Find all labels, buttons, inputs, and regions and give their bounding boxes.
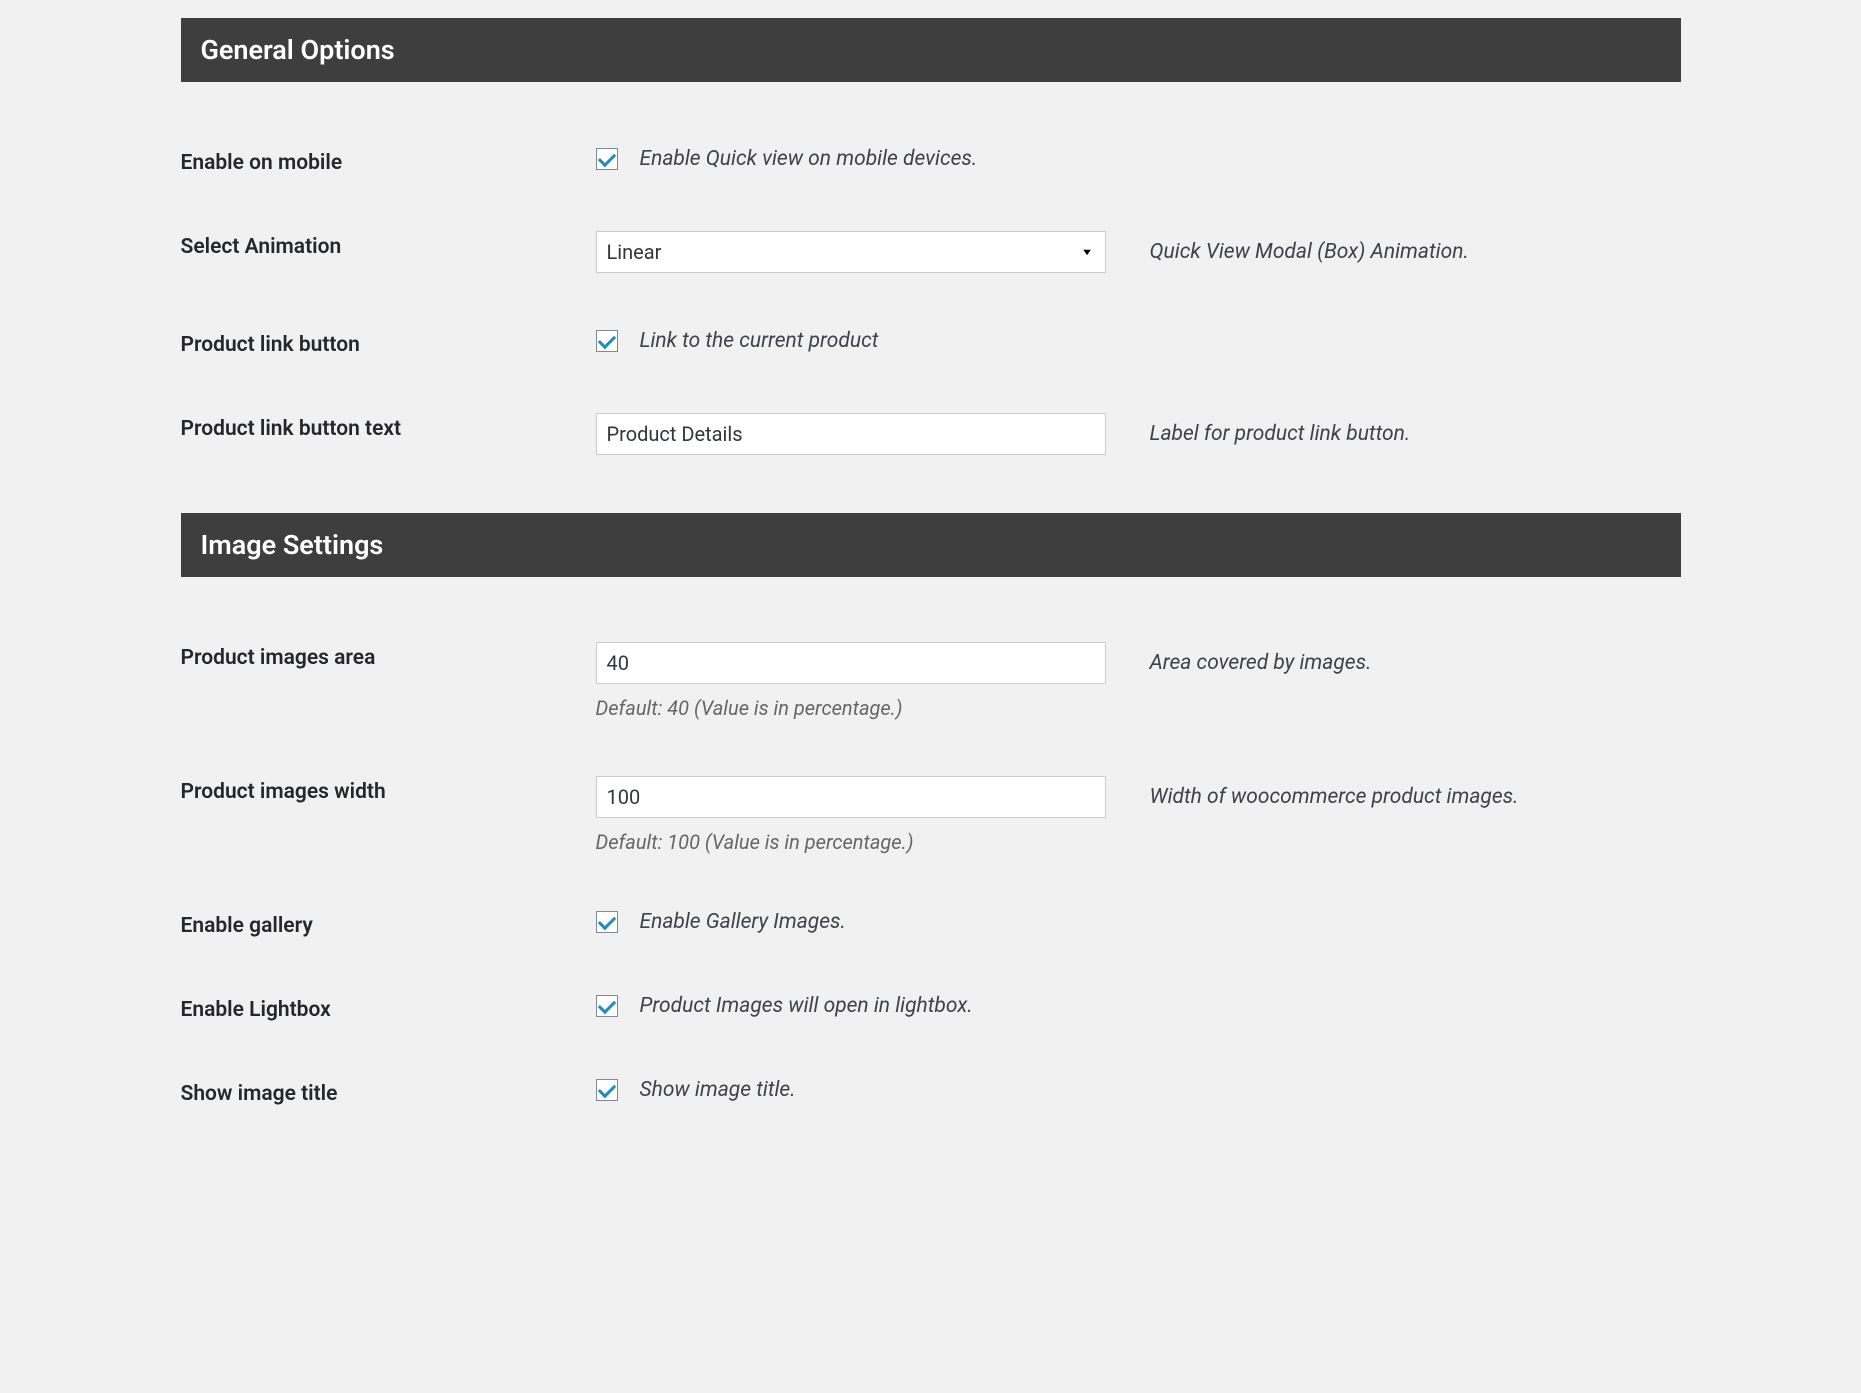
checkbox-enable-gallery[interactable] (596, 911, 618, 933)
help-product-images-width: Default: 100 (Value is in percentage.) (596, 830, 1681, 854)
checkbox-show-image-title[interactable] (596, 1079, 618, 1101)
row-show-image-title: Show image title Show image title. (181, 1050, 1681, 1134)
section-title-general: General Options (201, 34, 395, 66)
row-product-images-width: Product images width Width of woocommerc… (181, 748, 1681, 882)
input-product-images-width[interactable] (596, 776, 1106, 818)
label-enable-lightbox: Enable Lightbox (181, 994, 596, 1022)
label-product-images-area: Product images area (181, 642, 596, 670)
input-product-link-button-text[interactable] (596, 413, 1106, 455)
control-select-animation: Linear Quick View Modal (Box) Animation. (596, 231, 1681, 273)
desc-product-images-area: Area covered by images. (1150, 651, 1372, 675)
section-body-general: Enable on mobile Enable Quick view on mo… (181, 82, 1681, 513)
control-enable-gallery: Enable Gallery Images. (596, 910, 1681, 934)
label-enable-gallery: Enable gallery (181, 910, 596, 938)
desc-show-image-title: Show image title. (640, 1078, 796, 1102)
desc-product-link-button: Link to the current product (640, 329, 879, 353)
label-enable-mobile: Enable on mobile (181, 147, 596, 175)
settings-container: General Options Enable on mobile Enable … (181, 0, 1681, 1164)
row-product-images-area: Product images area Area covered by imag… (181, 602, 1681, 748)
label-product-images-width: Product images width (181, 776, 596, 804)
row-enable-gallery: Enable gallery Enable Gallery Images. (181, 882, 1681, 966)
row-enable-lightbox: Enable Lightbox Product Images will open… (181, 966, 1681, 1050)
control-product-link-button: Link to the current product (596, 329, 1681, 353)
control-enable-mobile: Enable Quick view on mobile devices. (596, 147, 1681, 171)
desc-product-link-button-text: Label for product link button. (1150, 422, 1411, 446)
desc-product-images-width: Width of woocommerce product images. (1150, 785, 1519, 809)
control-product-images-width: Width of woocommerce product images. Def… (596, 776, 1681, 854)
checkbox-enable-mobile[interactable] (596, 148, 618, 170)
section-header-general: General Options (181, 18, 1681, 82)
desc-select-animation: Quick View Modal (Box) Animation. (1150, 240, 1469, 264)
row-enable-mobile: Enable on mobile Enable Quick view on mo… (181, 107, 1681, 203)
label-product-link-button: Product link button (181, 329, 596, 357)
select-animation[interactable]: Linear (596, 231, 1106, 273)
control-product-link-button-text: Label for product link button. (596, 413, 1681, 455)
label-product-link-button-text: Product link button text (181, 413, 596, 441)
section-body-image: Product images area Area covered by imag… (181, 577, 1681, 1164)
desc-enable-mobile: Enable Quick view on mobile devices. (640, 147, 978, 171)
row-select-animation: Select Animation Linear Quick View Modal… (181, 203, 1681, 301)
input-product-images-area[interactable] (596, 642, 1106, 684)
label-show-image-title: Show image title (181, 1078, 596, 1106)
help-product-images-area: Default: 40 (Value is in percentage.) (596, 696, 1681, 720)
checkbox-product-link-button[interactable] (596, 330, 618, 352)
control-enable-lightbox: Product Images will open in lightbox. (596, 994, 1681, 1018)
label-select-animation: Select Animation (181, 231, 596, 259)
desc-enable-gallery: Enable Gallery Images. (640, 910, 846, 934)
section-title-image: Image Settings (201, 529, 384, 561)
desc-enable-lightbox: Product Images will open in lightbox. (640, 994, 973, 1018)
control-product-images-area: Area covered by images. Default: 40 (Val… (596, 642, 1681, 720)
row-product-link-button: Product link button Link to the current … (181, 301, 1681, 385)
row-product-link-button-text: Product link button text Label for produ… (181, 385, 1681, 483)
section-header-image: Image Settings (181, 513, 1681, 577)
select-wrapper-animation: Linear (596, 231, 1106, 273)
control-show-image-title: Show image title. (596, 1078, 1681, 1102)
checkbox-enable-lightbox[interactable] (596, 995, 618, 1017)
